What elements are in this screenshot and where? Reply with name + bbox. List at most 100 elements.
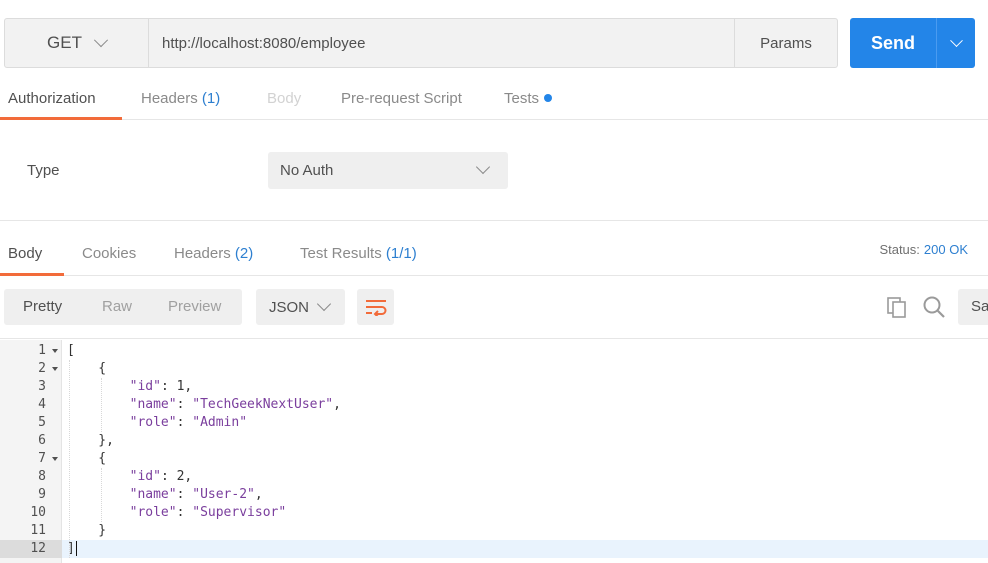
wrap-lines-button[interactable]	[357, 289, 394, 325]
code-text: "name": "User-2",	[67, 486, 263, 504]
auth-type-select[interactable]: No Auth	[268, 152, 508, 189]
json-colon: :	[160, 469, 177, 484]
tab-response-headers-label: Headers	[174, 245, 231, 262]
tab-response-body[interactable]: Body	[0, 234, 64, 276]
json-comma: ,	[254, 487, 263, 502]
request-tabs: Authorization Headers (1) Body Pre-reque…	[0, 80, 988, 120]
line-number: 3	[38, 379, 46, 394]
code-text: }	[67, 522, 106, 540]
code-line: 4 "name": "TechGeekNextUser",	[0, 396, 988, 414]
code-line: 2 {	[0, 360, 988, 378]
tab-body[interactable]: Body	[267, 80, 301, 120]
code-text: },	[67, 432, 114, 450]
method-select[interactable]: GET	[5, 19, 149, 67]
line-number: 6	[38, 433, 46, 448]
tab-headers-label: Headers	[141, 90, 198, 107]
code-text: "id": 2,	[67, 468, 193, 486]
view-preview-label: Preview	[168, 298, 222, 315]
view-raw-label: Raw	[102, 298, 133, 315]
chevron-down-icon	[949, 33, 963, 47]
json-colon: :	[160, 379, 177, 394]
request-bar: GET http://localhost:8080/employee Param…	[4, 18, 838, 68]
json-colon: :	[176, 397, 193, 412]
json-key: "name"	[129, 487, 177, 502]
code-text: "id": 1,	[67, 378, 193, 396]
tab-response-headers-count: (2)	[234, 245, 254, 262]
json-key: "role"	[129, 415, 177, 430]
url-input[interactable]: http://localhost:8080/employee	[149, 19, 735, 67]
view-preview-button[interactable]: Preview	[168, 289, 221, 325]
tab-response-headers[interactable]: Headers (2)	[174, 234, 253, 276]
json-colon: :	[176, 415, 193, 430]
json-string-value: "Supervisor"	[192, 505, 287, 520]
code-line: 8 "id": 2,	[0, 468, 988, 486]
tab-authorization[interactable]: Authorization	[0, 80, 122, 120]
fold-caret-icon[interactable]	[52, 457, 58, 461]
view-mode-group: Pretty Raw Preview	[4, 289, 242, 325]
code-line: 11 }	[0, 522, 988, 540]
line-number: 8	[38, 469, 46, 484]
code-text: "role": "Supervisor"	[67, 504, 287, 522]
tab-headers-count: (1)	[201, 90, 221, 107]
tab-test-results-count: (1/1)	[385, 245, 417, 262]
chevron-down-icon	[316, 296, 332, 312]
tab-response-body-label: Body	[8, 245, 43, 262]
tab-test-results[interactable]: Test Results (1/1)	[300, 234, 417, 276]
json-punctuation: }	[67, 523, 107, 538]
chevron-down-icon	[93, 33, 109, 48]
response-body-editor[interactable]: 1[2 {3 "id": 1, 4 "name": "TechGeekNextUs…	[0, 340, 988, 563]
line-number: 4	[38, 397, 46, 412]
code-line: 7 {	[0, 450, 988, 468]
json-colon: :	[176, 487, 193, 502]
tab-cookies[interactable]: Cookies	[82, 234, 136, 276]
send-dropdown[interactable]	[937, 33, 975, 48]
view-pretty-button[interactable]: Pretty	[23, 289, 62, 325]
code-line: 1[	[0, 342, 988, 360]
code-line: 10 "role": "Supervisor"	[0, 504, 988, 522]
tests-indicator-dot	[544, 94, 553, 103]
code-text: "name": "TechGeekNextUser",	[67, 396, 341, 414]
save-response-button[interactable]: Save	[958, 289, 988, 325]
json-punctuation: },	[67, 433, 114, 448]
code-line: 6 },	[0, 432, 988, 450]
json-key: "id"	[129, 469, 161, 484]
indent-guide	[69, 360, 70, 558]
view-raw-button[interactable]: Raw	[102, 289, 132, 325]
tab-body-label: Body	[267, 90, 302, 107]
send-button[interactable]: Send	[850, 18, 975, 68]
status-value: 200 OK	[923, 242, 968, 257]
params-label: Params	[760, 34, 812, 52]
code-line: 12]	[0, 540, 988, 558]
params-button[interactable]: Params	[735, 19, 837, 67]
chevron-down-icon	[475, 159, 491, 175]
format-select[interactable]: JSON	[256, 289, 345, 325]
tab-prerequest-script[interactable]: Pre-request Script	[341, 80, 462, 120]
code-line: 9 "name": "User-2",	[0, 486, 988, 504]
json-string-value: "Admin"	[192, 415, 248, 430]
text-cursor	[75, 541, 78, 556]
copy-icon[interactable]	[886, 296, 908, 318]
line-number: 12	[0, 540, 62, 558]
code-text: {	[67, 360, 106, 378]
line-number: 5	[38, 415, 46, 430]
code-text: [	[67, 342, 75, 360]
tab-tests-label: Tests	[504, 90, 540, 107]
indent-guide	[101, 378, 102, 432]
response-status: Status: 200 OK	[879, 242, 968, 257]
tab-tests[interactable]: Tests	[504, 80, 553, 120]
json-key: "name"	[129, 397, 177, 412]
auth-type-value: No Auth	[280, 162, 334, 179]
tab-prerequest-label: Pre-request Script	[341, 90, 462, 107]
wrap-lines-icon	[365, 300, 386, 316]
tab-headers[interactable]: Headers (1)	[141, 80, 220, 120]
send-label: Send	[870, 32, 915, 53]
json-colon: :	[176, 505, 193, 520]
editor-top-border	[0, 338, 988, 339]
response-tabs: Body Cookies Headers (2) Test Results (1…	[0, 234, 988, 276]
code-text: "role": "Admin"	[67, 414, 247, 432]
json-string-value: "TechGeekNextUser"	[192, 397, 334, 412]
fold-caret-icon[interactable]	[52, 367, 58, 371]
tab-test-results-label: Test Results	[300, 245, 382, 262]
search-icon[interactable]	[922, 295, 946, 319]
fold-caret-icon[interactable]	[52, 349, 58, 353]
